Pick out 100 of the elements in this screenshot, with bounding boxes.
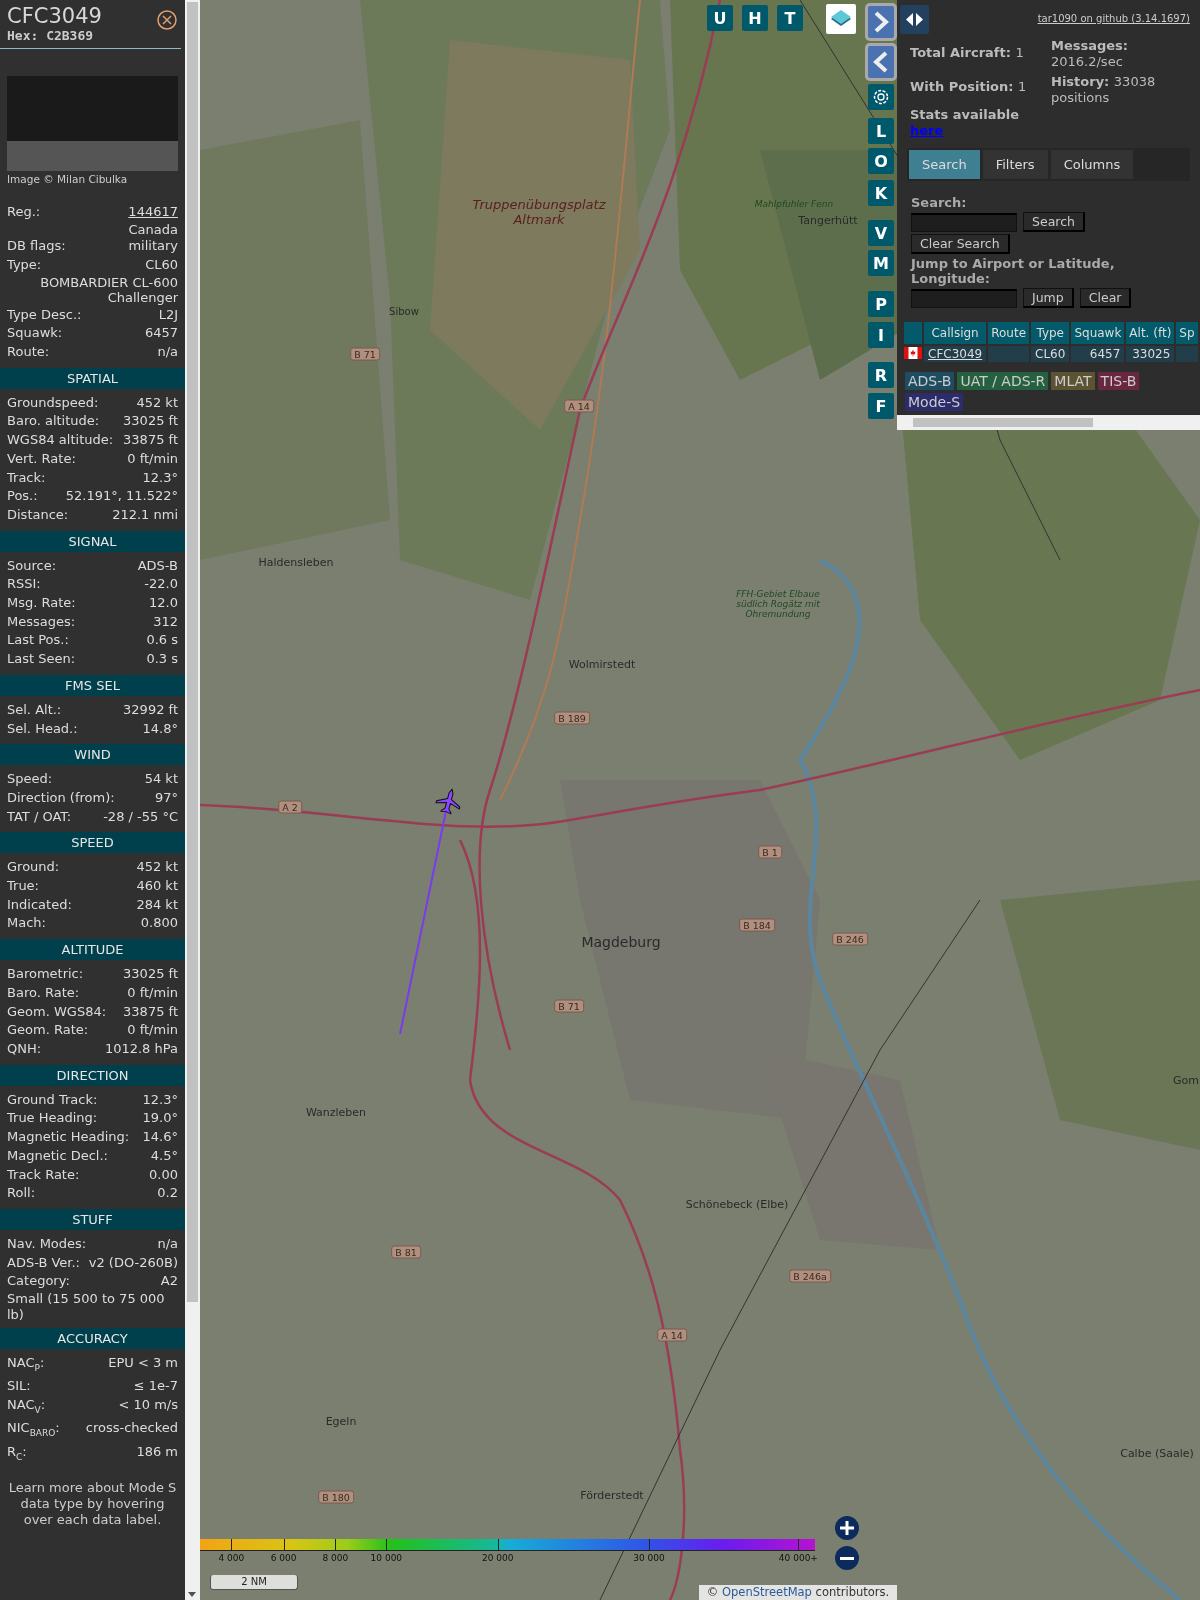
place-label: Egeln [325, 1414, 357, 1428]
tab[interactable]: Columns [1050, 150, 1134, 179]
field-label: Sel. Head.: [7, 719, 78, 738]
table-cell: CL60 [1035, 347, 1066, 361]
column-header: Route [991, 326, 1027, 340]
field-value: 452 kt [136, 858, 178, 877]
field-label: NAC$_{V}$: [7, 1396, 46, 1417]
field-value: 97° [154, 788, 178, 807]
stat-text: Messages: 2016.2/sec [1051, 38, 1130, 70]
road-label: A 14 [657, 1328, 687, 1342]
field-label: WGS84 altitude: [7, 431, 114, 450]
field-value: 12.0 [149, 594, 178, 613]
column-header: Callsign [931, 326, 979, 340]
toggle-sidebar-button[interactable] [900, 5, 929, 34]
field-value: ADS-B [137, 556, 178, 575]
altitude-label: 8 000 [322, 1553, 349, 1563]
section-header: DIRECTION [0, 1064, 185, 1086]
field-label: Ground Track: [7, 1090, 98, 1109]
stat-text: With Position: 1 [910, 79, 1028, 95]
map-button[interactable]: R [868, 362, 894, 388]
place-label: Förderstedt [580, 1488, 644, 1502]
jump-field[interactable] [911, 288, 1017, 308]
map-button[interactable]: T [777, 5, 803, 31]
field-value: 33025 ft [123, 412, 178, 431]
map-button[interactable]: I [868, 322, 894, 348]
search-field[interactable] [911, 212, 1017, 232]
field-value: 0 ft/min [127, 983, 178, 1002]
field-label: Mach: [7, 914, 46, 933]
map-button[interactable]: M [868, 250, 894, 276]
section-header: ALTITUDE [0, 939, 185, 961]
field-label: True: [7, 877, 39, 896]
previous-button[interactable] [868, 46, 894, 78]
clear-search-button[interactable]: Clear Search [911, 234, 1010, 254]
field-label: Source: [7, 556, 57, 575]
field-value: 54 kt [144, 770, 178, 789]
field-value: 212.1 nmi [112, 505, 178, 524]
jump-button[interactable]: Jump [1023, 288, 1074, 308]
scale-bar: 2 NM [210, 1575, 298, 1590]
field-value: 32992 ft [123, 700, 178, 719]
field-value: 52.191°, 11.522° [65, 487, 178, 506]
source-tag: UAT / ADS-R [957, 372, 1049, 390]
field-label: Track: [7, 468, 46, 487]
place-label: Magdeburg [581, 934, 661, 950]
field-value: 0.6 s [146, 631, 178, 650]
registration-link[interactable]: 144617 [128, 203, 178, 222]
section-header: FMS SEL [0, 674, 185, 696]
road-label: B 180 [318, 1490, 354, 1504]
field-label: Baro. altitude: [7, 412, 100, 431]
copyright-text: © [706, 1585, 719, 1599]
stat-text: History: 33038 positions [1051, 74, 1157, 106]
field-value: 12.3° [142, 1090, 178, 1109]
field-label: Indicated: [7, 895, 72, 914]
close-icon[interactable] [157, 10, 177, 30]
map-button[interactable]: H [742, 5, 768, 31]
settings-button[interactable] [868, 84, 894, 110]
place-label: Mahlpfuhler Fenn [753, 199, 835, 209]
attribution-link[interactable]: OpenStreetMap [722, 1585, 812, 1599]
road-label: B 246 [832, 932, 868, 946]
altitude-label: 40 000+ [778, 1553, 818, 1563]
clear-button[interactable]: Clear [1079, 288, 1132, 308]
field-label: NIC$_{BARO}$: [7, 1419, 60, 1440]
field-label: ADS-B Ver.: [7, 1253, 80, 1272]
field-label: Baro. Rate: [7, 983, 80, 1002]
field-value: -22.0 [144, 575, 178, 594]
field-value: A2 [160, 1272, 178, 1291]
field-value: n/a [157, 1234, 178, 1253]
field-value: 1012.8 hPa [104, 1040, 178, 1058]
map-button[interactable]: L [868, 118, 894, 144]
field-label: TAT / OAT: [7, 807, 72, 826]
github-link[interactable]: tar1090 on github (3.14.1697) [1037, 13, 1190, 24]
field-label: Direction (from): [7, 788, 115, 807]
map-button[interactable]: K [868, 180, 894, 206]
field-value: 0.3 s [146, 650, 178, 669]
layers-icon[interactable] [826, 4, 856, 34]
field-value: 12.3° [142, 468, 178, 487]
map-button[interactable]: V [868, 220, 894, 246]
map-button[interactable]: O [868, 148, 894, 174]
field-value: 186 m [136, 1442, 178, 1461]
road-label: B 189 [554, 711, 590, 725]
next-button[interactable] [868, 6, 894, 38]
field-value: 460 kt [136, 877, 178, 896]
column-header: Type [1036, 326, 1064, 340]
place-label: Calbe (Saale) [1120, 1446, 1194, 1460]
field-label: Speed: [7, 770, 53, 789]
map-button[interactable]: U [707, 5, 733, 31]
map-button[interactable]: P [868, 291, 894, 317]
field-value: BOMBARDIER CL-600 Challenger [40, 274, 178, 306]
field-value: -28 / -55 °C [103, 807, 178, 826]
field-value: military [128, 237, 178, 256]
field-label: R$_{C}$: [7, 1442, 27, 1464]
tab[interactable]: Filters [982, 150, 1048, 179]
field-label: Distance: [7, 505, 69, 524]
airplane-icon[interactable] [435, 788, 461, 815]
altitude-label: 10 000 [370, 1553, 403, 1563]
road-label: B 184 [739, 918, 775, 932]
map-button[interactable]: F [868, 393, 894, 419]
field-value: 0.800 [140, 914, 178, 933]
search-button[interactable]: Search [1023, 212, 1085, 232]
field-value: v2 (DO-260B) [88, 1253, 178, 1272]
hex-code: Hex: C2B369 [7, 28, 94, 43]
